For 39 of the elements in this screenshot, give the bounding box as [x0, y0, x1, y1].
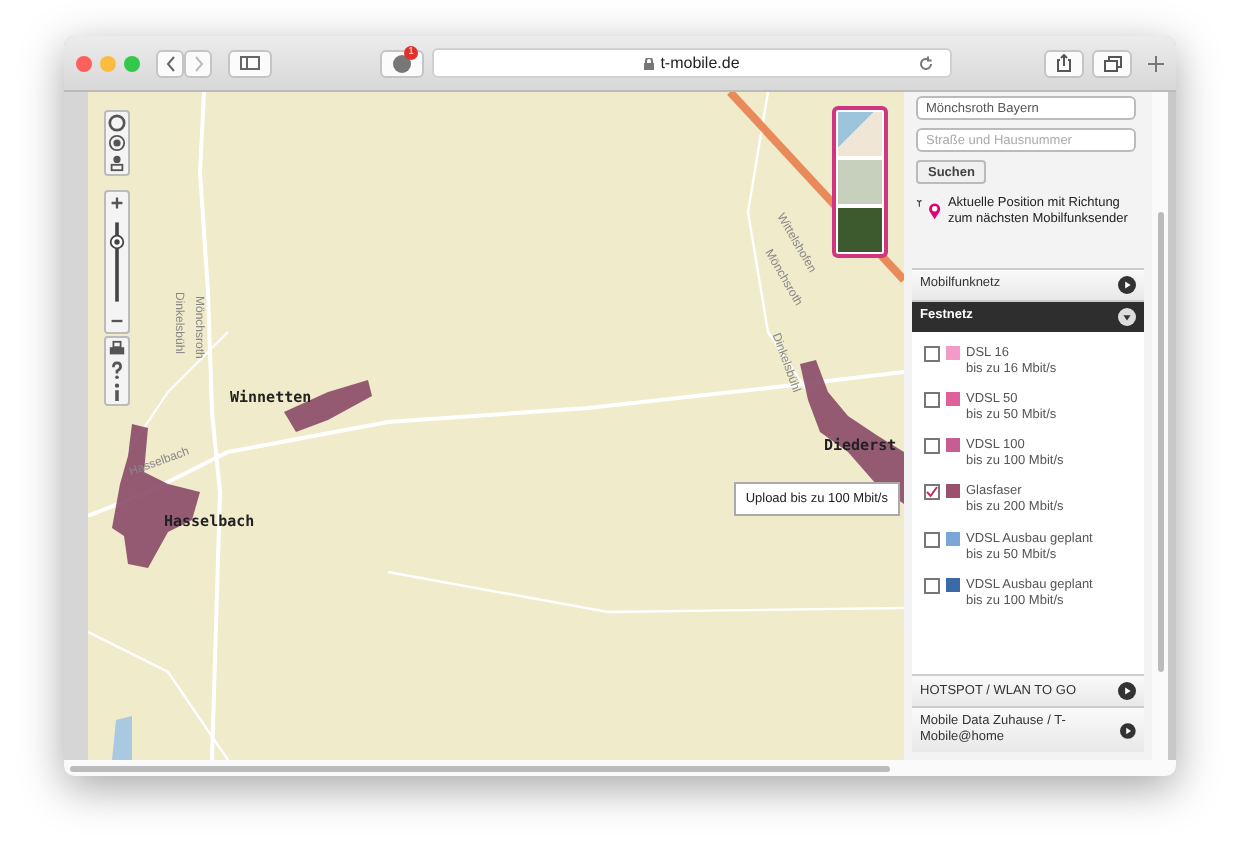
collapse-icon	[1118, 307, 1136, 326]
back-button[interactable]	[156, 49, 184, 77]
lock-icon	[644, 57, 655, 69]
url-text: t-mobile.de	[660, 54, 740, 72]
scrollbar[interactable]	[64, 760, 1176, 776]
checkbox[interactable]	[924, 577, 940, 594]
scrollbar[interactable]	[1152, 92, 1168, 760]
chevron-left-icon	[165, 55, 175, 71]
checkbox[interactable]	[924, 391, 940, 408]
share-icon	[1056, 54, 1072, 72]
antenna-icon	[916, 196, 923, 210]
checkbox[interactable]	[924, 345, 940, 362]
zoom-in-icon[interactable]	[108, 194, 126, 212]
water-area	[112, 716, 132, 760]
help-icon[interactable]	[108, 360, 126, 380]
checkbox[interactable]	[924, 531, 940, 548]
checkbox[interactable]	[924, 438, 940, 455]
reload-icon[interactable]	[918, 56, 934, 72]
print-icon[interactable]	[108, 340, 126, 358]
sidebar-button[interactable]	[228, 49, 272, 77]
close-button[interactable]	[76, 55, 92, 71]
expand-icon	[1120, 721, 1136, 740]
share-button[interactable]	[1044, 49, 1084, 77]
tabs-button[interactable]	[1092, 49, 1132, 77]
checkbox[interactable]	[924, 484, 940, 501]
chevron-right-icon	[193, 55, 203, 71]
new-tab-icon[interactable]	[1148, 55, 1164, 71]
locate-icon[interactable]	[108, 134, 126, 152]
expand-icon	[1118, 682, 1136, 701]
sidebar-icon	[240, 56, 260, 70]
satellite-thumbnail[interactable]	[838, 208, 882, 252]
tabs-icon	[1103, 55, 1121, 71]
map-thumbnail[interactable]	[838, 112, 882, 156]
address-bar[interactable]: t-mobile.de	[432, 48, 952, 78]
expand-icon	[1118, 275, 1136, 294]
person-icon[interactable]	[108, 154, 126, 172]
pan-icon[interactable]	[108, 114, 126, 132]
slider-thumb[interactable]	[109, 234, 125, 250]
terrain-thumbnail[interactable]	[838, 160, 882, 204]
